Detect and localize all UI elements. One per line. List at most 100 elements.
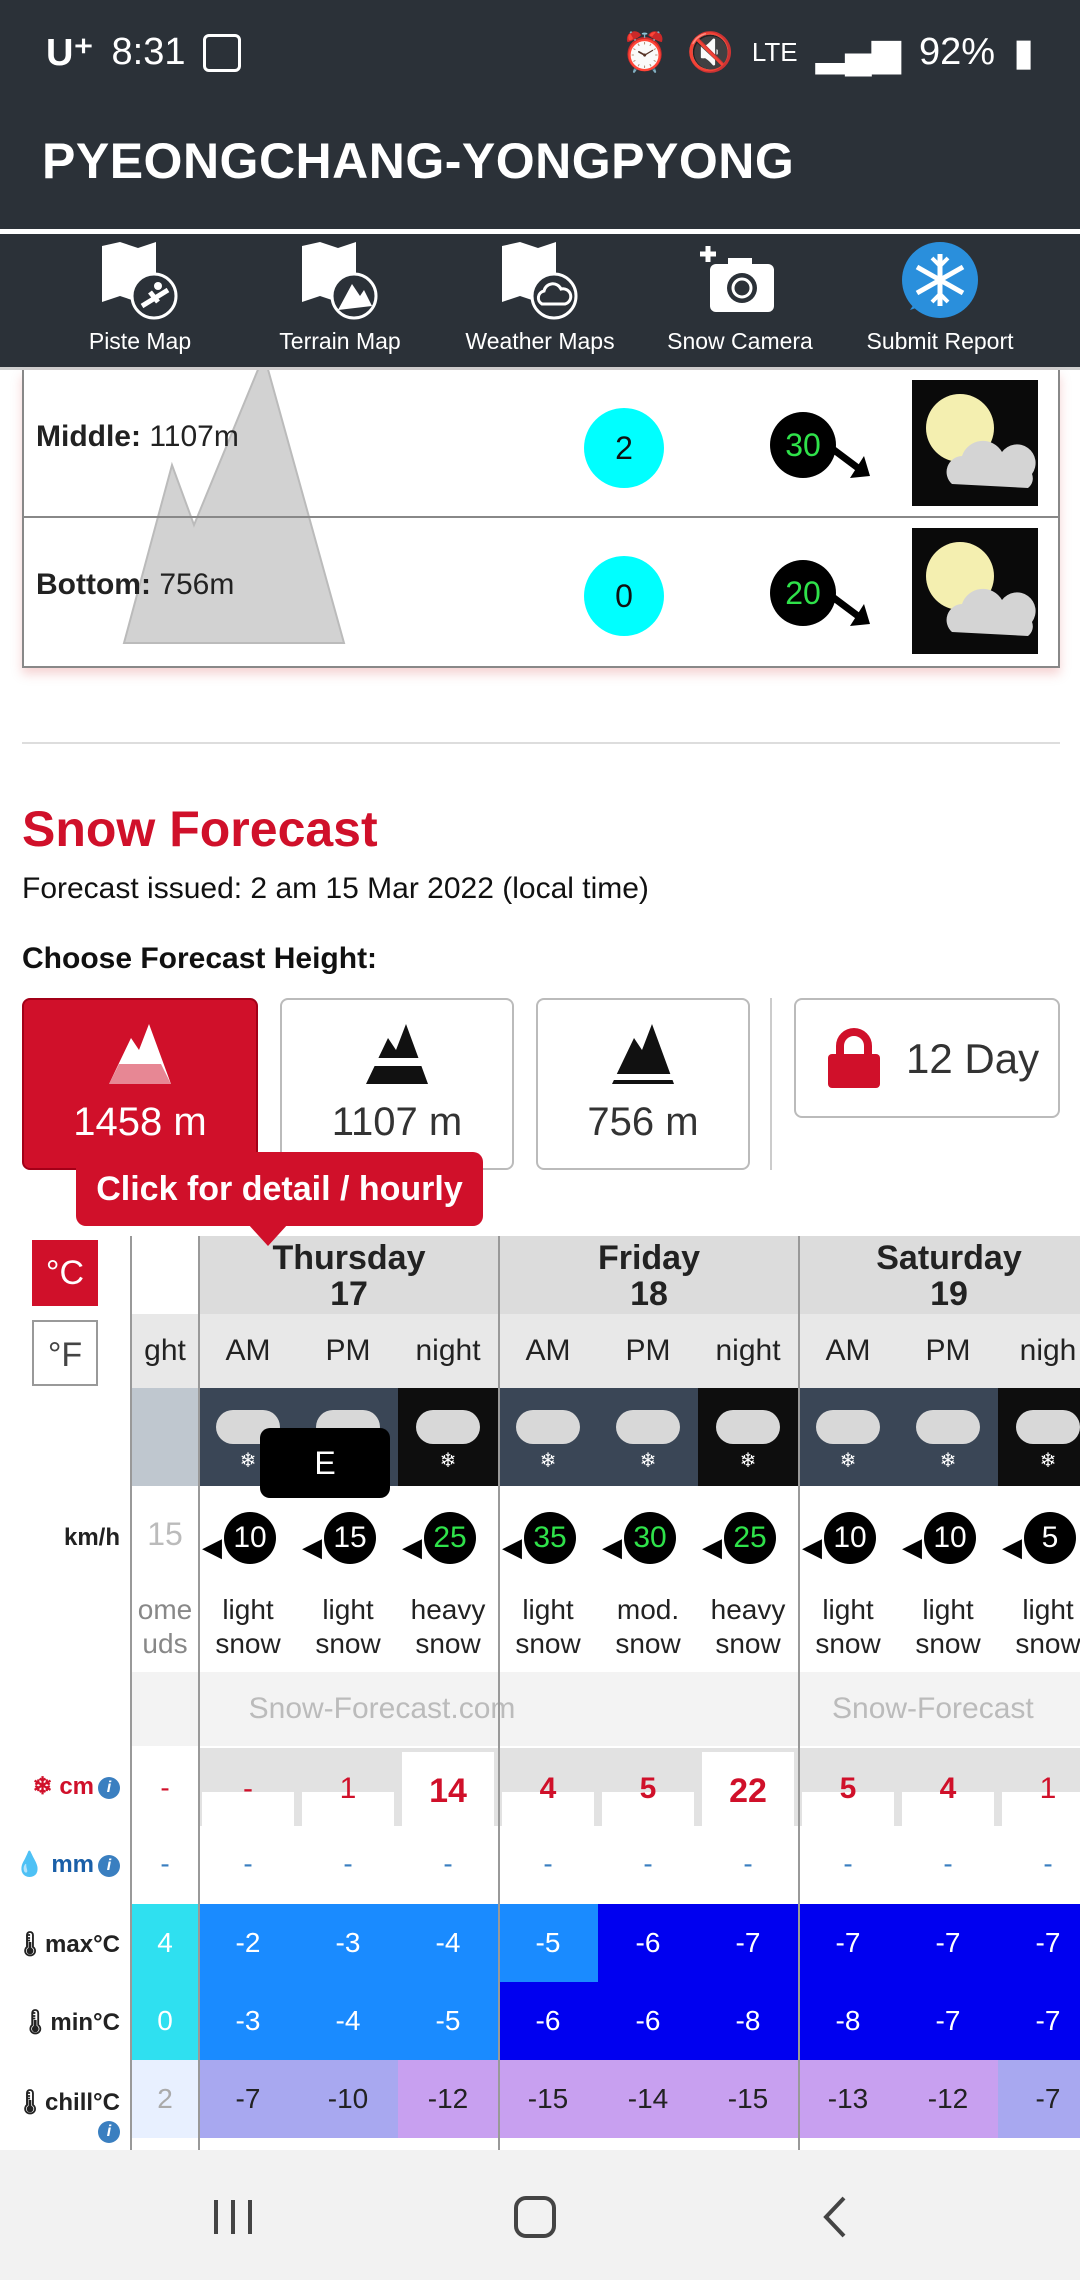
info-icon[interactable]: i (98, 2120, 120, 2143)
network-type: LTE (751, 37, 798, 67)
carrier: U⁺ (46, 32, 94, 74)
wind-value: 25 (724, 1512, 776, 1564)
height-button-bottom[interactable]: 756 m (536, 998, 750, 1170)
elevation-row-middle: Middle: 1107m 2 30 (24, 370, 1058, 518)
period-label: ght (132, 1314, 198, 1388)
terrain-map-icon (302, 242, 378, 320)
weather-desc: light (922, 1594, 974, 1625)
wind-value: 15 (147, 1516, 183, 1552)
wind-arrow-icon: ◀ (302, 1532, 322, 1562)
day-header[interactable]: Saturday 19 (798, 1236, 1080, 1314)
wind-arrow-icon: ◀ (202, 1532, 222, 1562)
snow-value: 4 (939, 1772, 957, 1805)
wind-direction-tooltip: E (260, 1428, 390, 1498)
height-button-middle[interactable]: 1107 m (280, 998, 514, 1170)
celsius-button[interactable]: °C (32, 1240, 98, 1306)
weather-desc: snow (1015, 1628, 1080, 1659)
snow-value: - (243, 1772, 253, 1805)
day-name: Saturday (876, 1239, 1022, 1277)
max-temp: -6 (598, 1904, 698, 1982)
lock-icon (828, 1028, 880, 1088)
clock: 8:31 (111, 31, 186, 73)
chill-temp: -14 (598, 2060, 698, 2138)
signal-icon: ▂▄▆ (815, 32, 902, 74)
max-temp: -7 (998, 1904, 1080, 1982)
snow-value: 22 (729, 1772, 767, 1810)
min-temp: -5 (398, 1982, 498, 2060)
battery-icon: ▮ (1013, 32, 1034, 74)
day-name: Thursday (272, 1239, 426, 1277)
wind-arrow-icon: ◀ (702, 1532, 722, 1562)
fahrenheit-button[interactable]: °F (32, 1320, 98, 1386)
thermometer-icon: 🌡 (14, 2089, 46, 2116)
max-temp: -7 (898, 1904, 998, 1982)
forecast-grid: ght 15 ome uds - -4 0 2 Snow-Forecast.com Snow-Fo… (130, 1236, 1080, 2156)
twelve-day-button[interactable]: 12 Day (794, 998, 1060, 1118)
weather-desc: heavy (710, 1594, 786, 1625)
forecast-issued: Forecast issued: 2 am 15 Mar 2022 (local… (22, 872, 649, 905)
info-icon[interactable]: i (98, 1854, 120, 1877)
tooltip-tail (248, 1224, 288, 1246)
min-temp: -4 (298, 1982, 398, 2060)
nav-piste-map[interactable]: Piste Map (50, 234, 230, 367)
max-temp: -3 (298, 1904, 398, 1982)
detail-tooltip[interactable]: Click for detail / hourly (76, 1152, 483, 1226)
max-temp: -7 (798, 1904, 898, 1982)
home-icon[interactable] (510, 2192, 560, 2242)
snowflake-icon (902, 242, 978, 318)
chill-temp: -10 (298, 2060, 398, 2138)
info-icon[interactable]: i (98, 1776, 120, 1799)
min-temp: -6 (598, 1982, 698, 2060)
elevation-table: Middle: 1107m 2 30 Bottom: 756m 0 20 (22, 370, 1060, 668)
divider (770, 998, 772, 1170)
weather-desc: light (222, 1594, 274, 1625)
chill-temp: -7 (198, 2060, 298, 2138)
nav-snow-camera[interactable]: Snow Camera (650, 234, 830, 367)
max-temp: -5 (498, 1904, 598, 1982)
period-label: AM (798, 1314, 898, 1388)
wind-value: 15 (324, 1512, 376, 1564)
day-date: 19 (930, 1275, 968, 1313)
back-icon[interactable] (812, 2192, 862, 2242)
max-temp: -2 (198, 1904, 298, 1982)
height-button-top[interactable]: 1458 m (22, 998, 258, 1170)
rain-icon: 💧 (14, 1851, 45, 1878)
nav-submit-report[interactable]: Submit Report (850, 234, 1030, 367)
period-label: night (698, 1314, 798, 1388)
day-header[interactable]: Friday 18 (498, 1236, 798, 1314)
weather-desc: ome (137, 1594, 193, 1625)
weather-desc: snow (615, 1628, 681, 1659)
snow-depth-badge: 2 (584, 408, 664, 488)
nav-weather-maps[interactable]: Weather Maps (450, 234, 630, 367)
nav-terrain-map[interactable]: Terrain Map (250, 234, 430, 367)
mountain-bottom-icon (612, 1024, 674, 1084)
wind-arrow-icon: ◀ (802, 1532, 822, 1562)
rain-value: - (743, 1848, 753, 1879)
nav-label: Snow Camera (667, 328, 813, 354)
day-header[interactable]: Thursday 17 (198, 1236, 498, 1314)
wind-value: 25 (424, 1512, 476, 1564)
wind-arrow-icon: ◀ (602, 1532, 622, 1562)
snowflake-icon: ❄ (539, 1450, 557, 1472)
chill-temp: -12 (898, 2060, 998, 2138)
mountain-top-icon (109, 1024, 171, 1084)
period-label: nigh (998, 1314, 1080, 1388)
weather-icon-moon-cloud (912, 528, 1038, 654)
weather-maps-icon (502, 242, 578, 320)
day-separator (498, 1236, 500, 2156)
android-nav-bar (0, 2150, 1080, 2280)
snow-value: - (160, 1772, 170, 1803)
max-temp: 4 (132, 1904, 198, 1982)
alarm-icon: ⏰ (621, 31, 669, 74)
nav-label: Terrain Map (279, 328, 401, 354)
snow-value: 4 (539, 1772, 557, 1805)
wind-arrow-icon (824, 441, 870, 478)
wind-arrow-icon (824, 589, 870, 626)
period-label: AM (498, 1314, 598, 1388)
recent-apps-icon[interactable] (208, 2192, 258, 2242)
snow-depth-badge: 0 (584, 556, 664, 636)
chill-temp: 2 (132, 2060, 198, 2138)
status-bar: U⁺ 8:31 ⏰ 🔇 LTE ▂▄▆ 92% ▮ (0, 0, 1080, 100)
watermark-text: Snow-Forecast.com (248, 1692, 516, 1725)
period-label: PM (598, 1314, 698, 1388)
